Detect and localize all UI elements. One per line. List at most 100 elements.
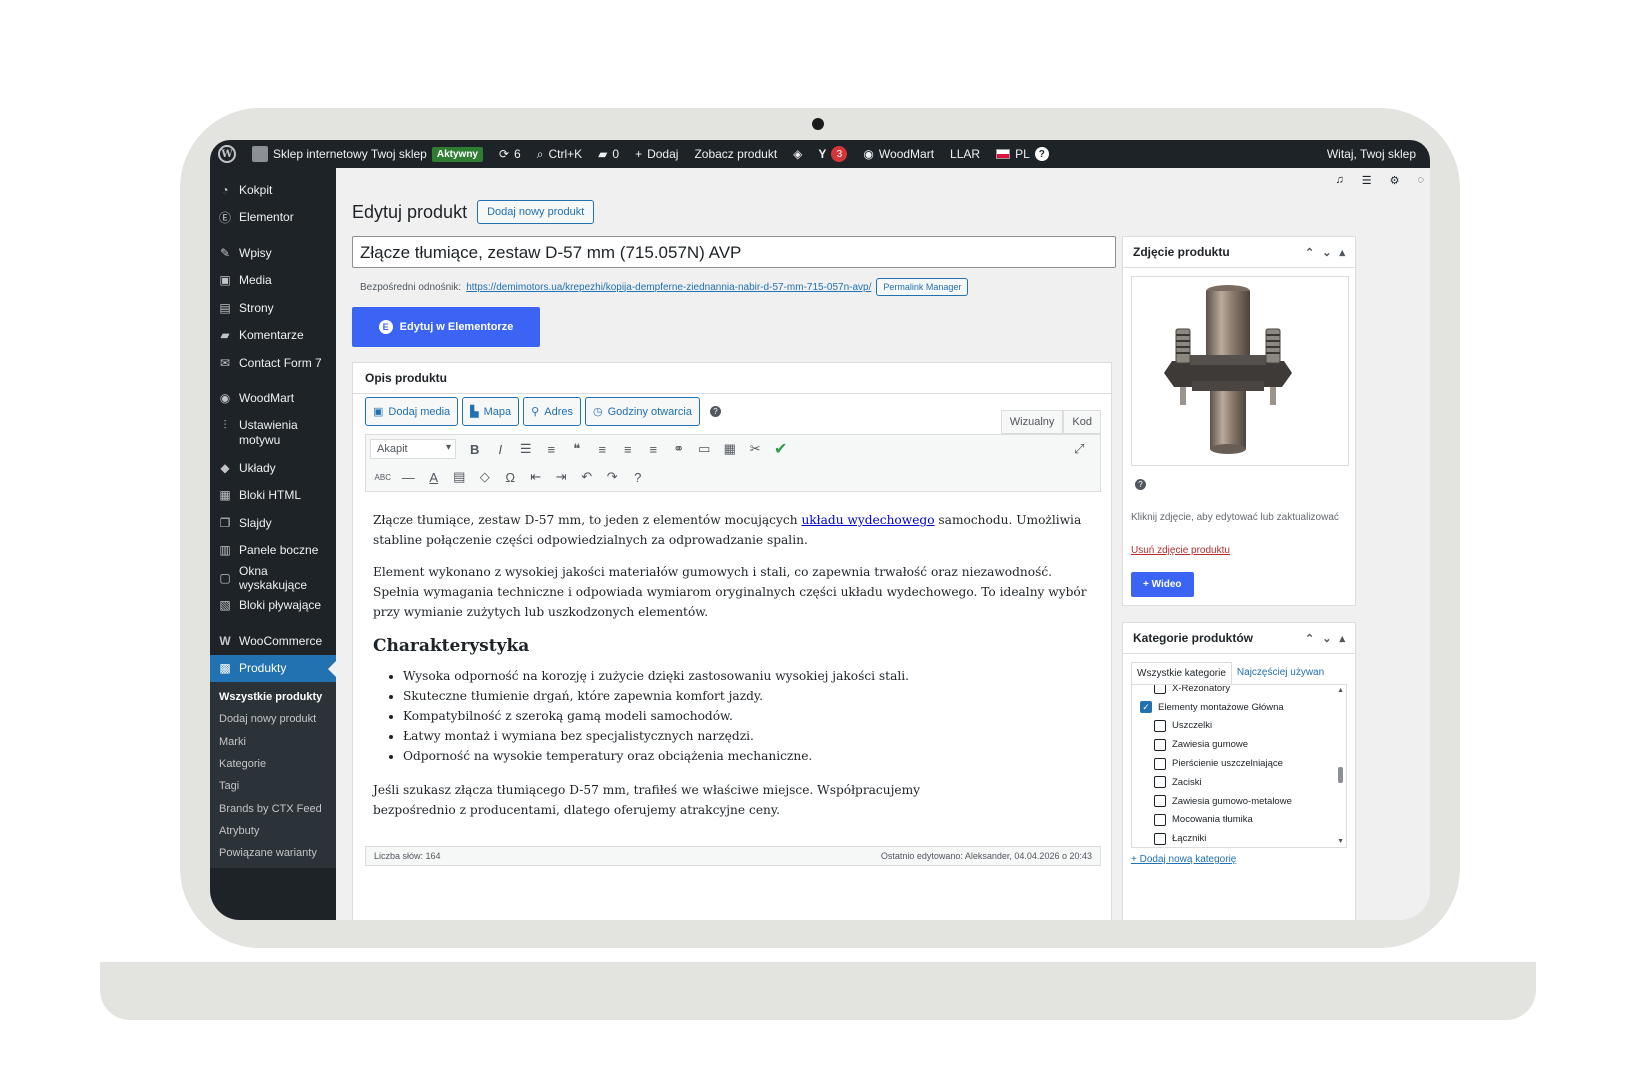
sidebar-item-komentarze[interactable]: ▰ Komentarze (210, 322, 336, 350)
paste-text-icon[interactable]: ▤ (447, 466, 473, 488)
power-icon[interactable]: ◌ (1417, 174, 1424, 186)
clear-formatting-icon[interactable]: ◇ (472, 466, 498, 488)
read-more-icon[interactable]: ▭ (692, 438, 718, 460)
add-media-button[interactable]: ▣ Dodaj media (365, 397, 459, 426)
add-new-menu[interactable]: + Dodaj (627, 140, 686, 168)
sidebar-item-ustawienia-motywu[interactable]: ⫶ Ustawienia motywu (210, 412, 336, 454)
category-checkbox[interactable] (1154, 738, 1166, 751)
chevron-up-icon[interactable]: ⌃ (1305, 246, 1314, 259)
category-checkbox[interactable]: ✓ (1140, 701, 1152, 714)
keyboard-help-icon[interactable]: ? (625, 466, 651, 488)
link-icon[interactable]: ⚭ (666, 438, 692, 460)
align-center-icon[interactable]: ≡ (615, 438, 641, 460)
submenu-related-variants[interactable]: Powiązane warianty (210, 842, 336, 864)
category-checkbox[interactable] (1154, 813, 1166, 826)
submenu-tags[interactable]: Tagi (210, 775, 336, 797)
undo-icon[interactable]: ↶ (574, 466, 600, 488)
collapse-icon[interactable]: ▴ (1339, 632, 1345, 645)
numbered-list-icon[interactable]: ≡ (539, 438, 565, 460)
tab-most-used[interactable]: Najczęściej używan (1231, 662, 1330, 684)
woodmart-menu[interactable]: ◉ WoodMart (855, 140, 942, 168)
sidebar-item-strony[interactable]: ▤ Strony (210, 294, 336, 322)
special-char-icon[interactable]: Ω (498, 466, 524, 488)
sidebar-item-slajdy[interactable]: ❐ Slajdy (210, 509, 336, 537)
chevron-down-icon[interactable]: ⌄ (1322, 632, 1331, 645)
gear-icon[interactable]: ⚙ (1390, 174, 1400, 187)
chevron-up-icon[interactable]: ⌃ (1305, 632, 1314, 645)
help-icon[interactable]: ? (1135, 479, 1146, 490)
category-row[interactable]: Łączniki (1140, 829, 1346, 847)
format-select[interactable]: Akapit (370, 439, 456, 459)
category-row[interactable]: ✓ Elementy montażowe Główna (1140, 698, 1346, 717)
scroll-thumb[interactable] (1338, 767, 1343, 783)
sidebar-item-uklady[interactable]: ◆ Układy (210, 454, 336, 482)
address-button[interactable]: ⚲ Adres (523, 397, 581, 426)
check-icon[interactable]: ✔ (768, 438, 794, 460)
category-checkbox[interactable] (1154, 795, 1166, 808)
scissors-icon[interactable]: ✂ (743, 438, 769, 460)
category-checkbox[interactable] (1154, 719, 1166, 732)
align-left-icon[interactable]: ≡ (590, 438, 616, 460)
help-icon[interactable]: ? (709, 406, 721, 417)
sidebar-item-bloki-html[interactable]: ▦ Bloki HTML (210, 482, 336, 510)
category-row[interactable]: Uszczelki (1140, 717, 1346, 736)
language-menu[interactable]: PL? (988, 140, 1057, 168)
sidebar-item-okna-wyskakujace[interactable]: ▢ Okna wyskakujące (210, 564, 336, 592)
italic-icon[interactable]: I (488, 438, 514, 460)
category-row[interactable]: X-Rezonatory (1140, 685, 1346, 698)
category-row[interactable]: Zawiesia gumowo-metalowe (1140, 792, 1346, 811)
map-button[interactable]: ▙ Mapa (462, 397, 520, 426)
account-menu[interactable]: Witaj, Twoj sklep (1319, 140, 1430, 168)
sidebar-item-elementor[interactable]: Ⓔ Elementor (210, 204, 336, 232)
remove-image-link[interactable]: Usuń zdjęcie produktu (1123, 545, 1238, 556)
sidebar-item-panele-boczne[interactable]: ▥ Panele boczne (210, 537, 336, 565)
redo-icon[interactable]: ↷ (600, 466, 626, 488)
sidebar-item-bloki-plywajace[interactable]: ▧ Bloki pływające (210, 592, 336, 620)
permalink-url[interactable]: https://demimotors.ua/krepezhi/kopija-de… (466, 282, 871, 293)
tab-code[interactable]: Kod (1063, 410, 1101, 434)
permalink-manager-button[interactable]: Permalink Manager (876, 278, 969, 296)
submenu-add-product[interactable]: Dodaj nowy produkt (210, 708, 336, 730)
indent-icon[interactable]: ⇥ (549, 466, 575, 488)
fullscreen-icon[interactable]: ⤢ (1067, 438, 1093, 460)
collapse-icon[interactable]: ▴ (1339, 246, 1345, 259)
edit-with-elementor-button[interactable]: E Edytuj w Elementorze (352, 307, 540, 347)
outdent-icon[interactable]: ⇤ (523, 466, 549, 488)
diamond-menu[interactable]: ◈ (785, 140, 810, 168)
sidebar-item-media[interactable]: ▣ Media (210, 267, 336, 295)
bell-icon[interactable]: ♫ (1335, 174, 1343, 186)
text-color-icon[interactable]: A (421, 466, 447, 488)
sidebar-item-produkty[interactable]: ▩ Produkty (210, 654, 336, 682)
wordpress-logo-menu[interactable]: W (210, 140, 244, 168)
blockquote-icon[interactable]: ❝ (564, 438, 590, 460)
submenu-categories[interactable]: Kategorie (210, 753, 336, 775)
submenu-brands[interactable]: Marki (210, 731, 336, 753)
comments-menu[interactable]: ▰ 0 (590, 140, 627, 168)
chevron-down-icon[interactable]: ⌄ (1322, 246, 1331, 259)
llar-menu[interactable]: LLAR (942, 140, 988, 168)
bullet-list-icon[interactable]: ☰ (513, 438, 539, 460)
editor-content[interactable]: Złącze tłumiące, zestaw D-57 mm, to jede… (365, 492, 1101, 844)
sidebar-item-contact-form[interactable]: ✉ Contact Form 7 (210, 349, 336, 377)
sidebar-item-woodmart[interactable]: ◉ WoodMart (210, 385, 336, 413)
category-row[interactable]: Pierścienie uszczelniające (1140, 754, 1346, 773)
add-new-product-button[interactable]: Dodaj nowy produkt (477, 200, 595, 224)
sidebar-item-woocommerce[interactable]: W WooCommerce (210, 627, 336, 655)
tab-all-categories[interactable]: Wszystkie kategorie (1131, 662, 1232, 684)
category-row[interactable]: Mocowania tłumika (1140, 811, 1346, 830)
category-checkbox[interactable] (1154, 685, 1166, 695)
product-image[interactable] (1131, 276, 1349, 466)
tab-visual[interactable]: Wizualny (1000, 410, 1064, 434)
site-name-menu[interactable]: Sklep internetowy Twoj sklep Aktywny (244, 140, 491, 168)
align-right-icon[interactable]: ≡ (641, 438, 667, 460)
category-scrollbar[interactable]: ▲ ▼ (1334, 685, 1346, 847)
horizontal-line-icon[interactable]: — (396, 466, 422, 488)
submenu-all-products[interactable]: Wszystkie produkty (210, 686, 336, 708)
exhaust-system-link[interactable]: układu wydechowego (801, 513, 934, 527)
opening-hours-button[interactable]: ◷ Godziny otwarcia (584, 397, 700, 426)
category-checkbox[interactable] (1154, 757, 1166, 770)
list-icon[interactable]: ☰ (1362, 174, 1372, 187)
product-title-input[interactable]: Złącze tłumiące, zestaw D-57 mm (715.057… (352, 236, 1116, 268)
bold-icon[interactable]: B (462, 438, 488, 460)
scroll-up-icon[interactable]: ▲ (1337, 687, 1344, 694)
